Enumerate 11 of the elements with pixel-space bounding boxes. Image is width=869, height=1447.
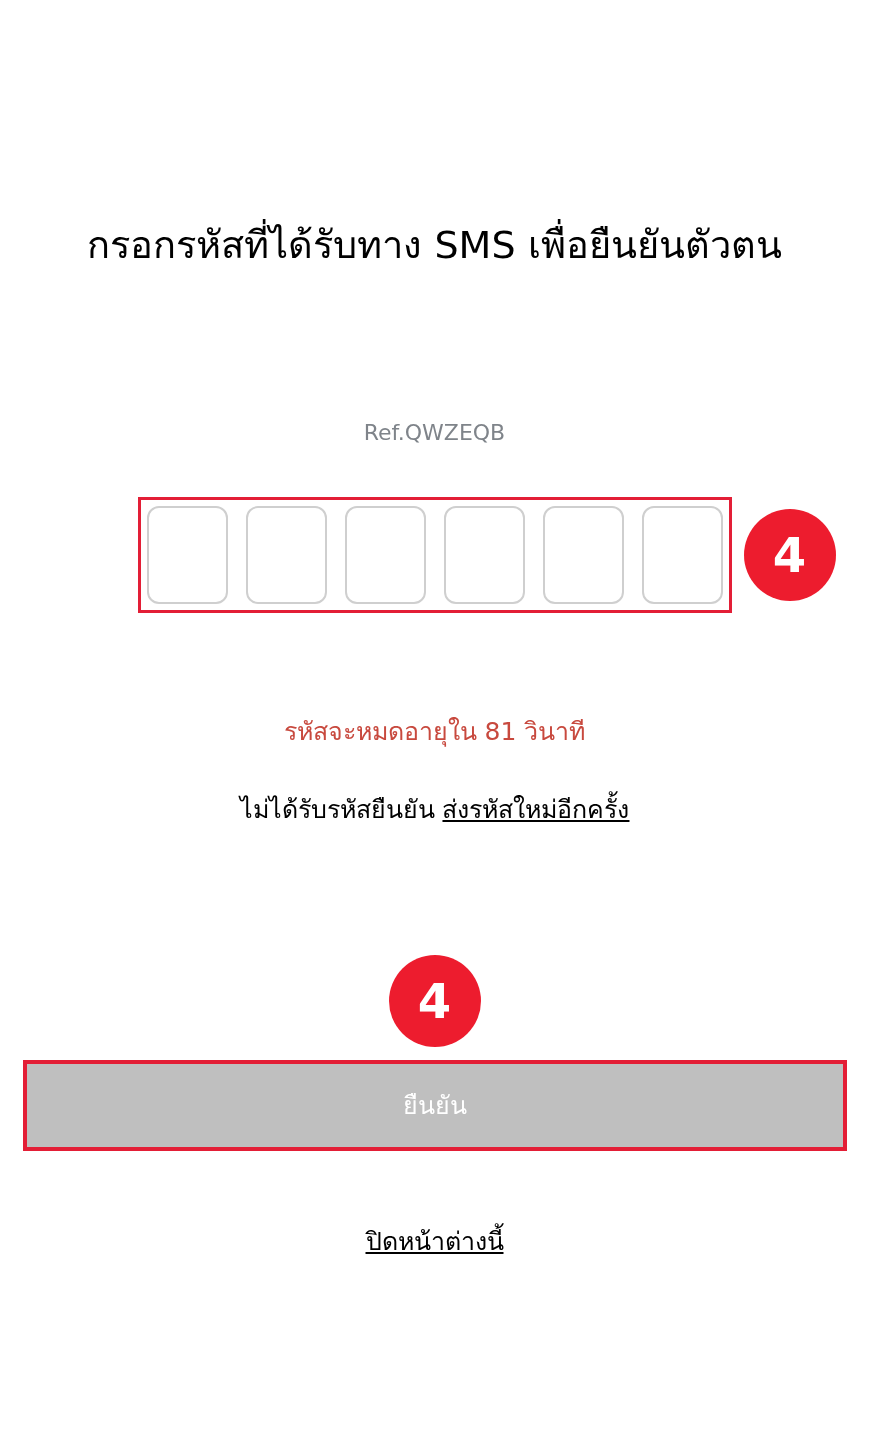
step-number-badge: 4	[743, 509, 836, 601]
otp-digit-field[interactable]	[146, 506, 228, 604]
step-number-badge: 4	[388, 955, 481, 1047]
reference-code-text: Ref.QWZEQB	[363, 420, 506, 446]
otp-digit-field[interactable]	[443, 506, 525, 604]
otp-digit-field[interactable]	[542, 506, 624, 604]
otp-digit-field[interactable]	[344, 506, 426, 604]
page-title: กรอกรหัสที่ได้รับทาง SMS เพื่อยืนยันตัวตน	[87, 221, 782, 269]
countdown-text: รหัสจะหมดอายุใน 81 วินาที	[283, 716, 586, 748]
otp-digit-field[interactable]	[245, 506, 327, 604]
otp-digit-field[interactable]	[641, 506, 723, 604]
